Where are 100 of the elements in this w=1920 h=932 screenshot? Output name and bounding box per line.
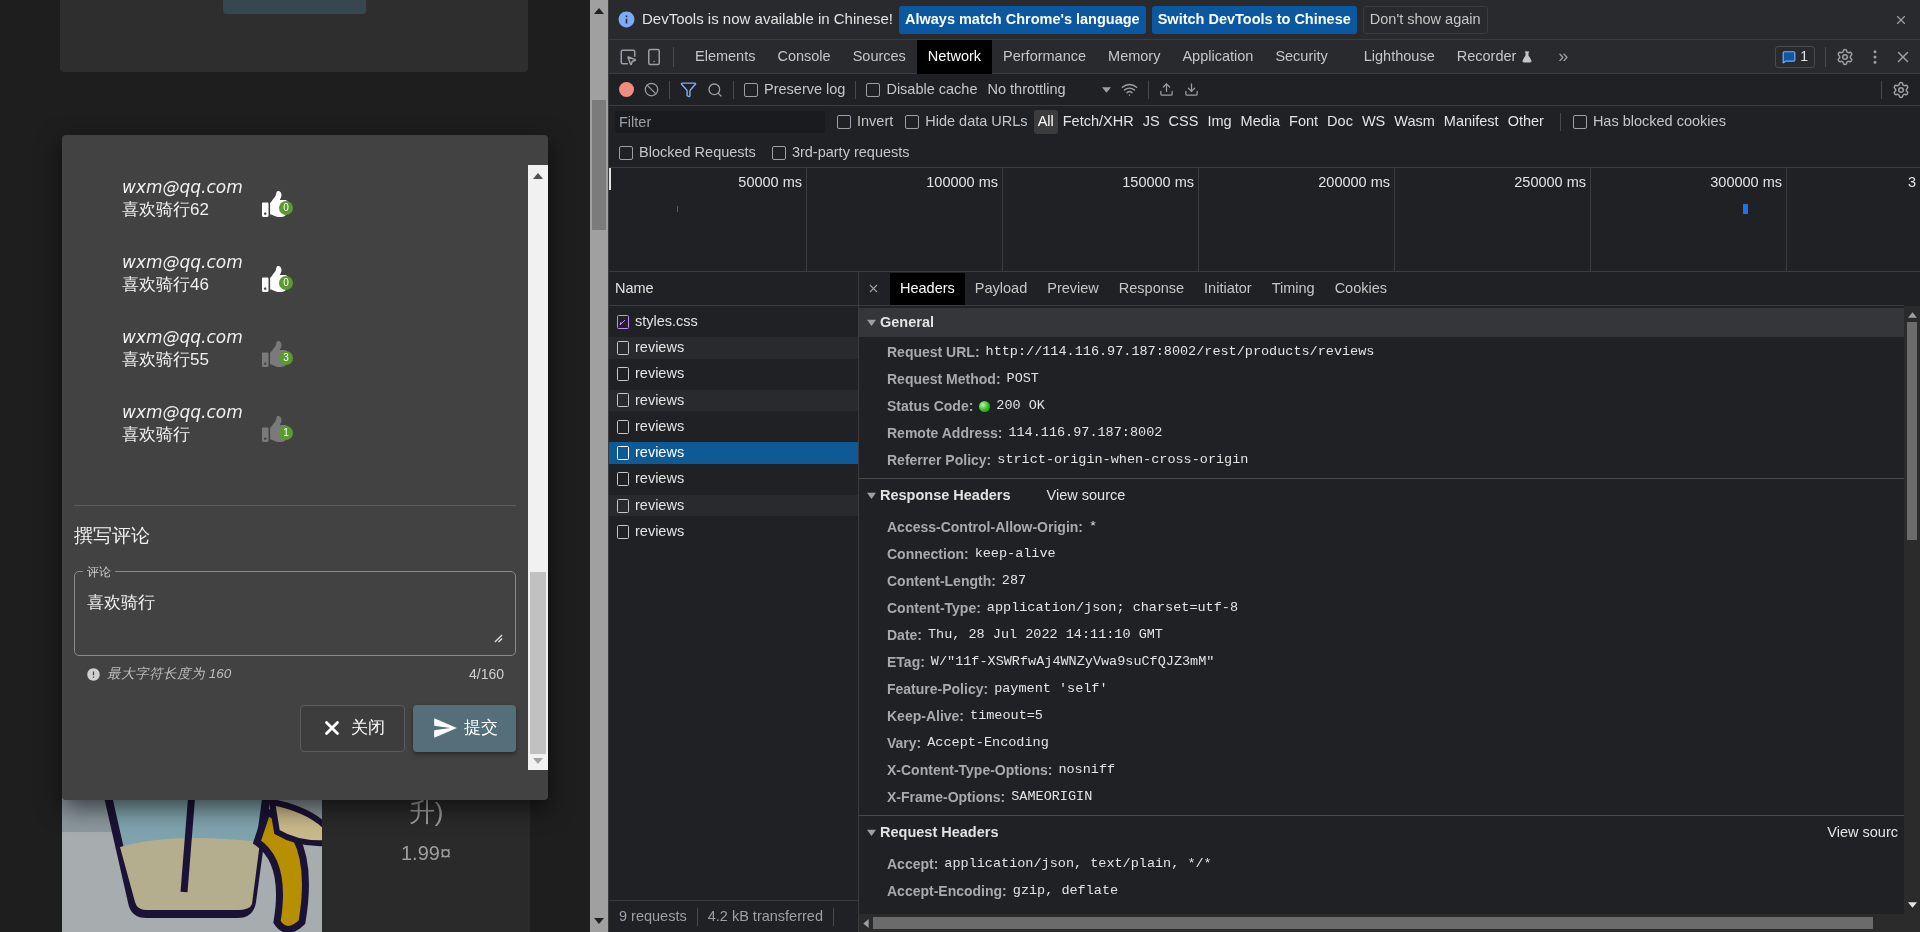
review-author: wxm@qq.com [122, 326, 244, 348]
network-conditions-icon[interactable] [1120, 81, 1138, 98]
type-filter-chip[interactable]: All [1033, 110, 1058, 134]
close-button[interactable]: 关闭 [300, 704, 405, 752]
horizontal-scrollbar[interactable] [859, 914, 1920, 932]
submit-button[interactable]: 提交 [413, 704, 516, 752]
detail-tab[interactable]: Response [1108, 272, 1195, 305]
issues-badge[interactable]: 1 [1775, 45, 1815, 68]
checkbox[interactable]: Hide data URLs [905, 111, 1028, 133]
checkbox[interactable]: Has blocked cookies [1572, 111, 1726, 133]
upload-icon[interactable] [1158, 82, 1174, 97]
header-name: Remote Address: [887, 424, 1003, 443]
panel-tab[interactable]: Recorder [1445, 39, 1545, 74]
vertical-scrollbar[interactable] [1904, 306, 1920, 914]
section-header[interactable]: Response Headers View source [859, 481, 1904, 510]
type-filter-chip[interactable]: Doc [1323, 110, 1357, 134]
type-filter-chip[interactable]: JS [1138, 110, 1164, 134]
panel-tab[interactable]: Security [1264, 39, 1339, 74]
type-filter-chip[interactable]: Manifest [1439, 110, 1503, 134]
scroll-down-arrow-icon[interactable] [594, 918, 604, 924]
type-filter-chip[interactable]: Wasm [1390, 110, 1439, 134]
panel-tab[interactable]: Network [916, 39, 993, 74]
scroll-left-arrow-icon[interactable] [863, 918, 869, 928]
infobar-button[interactable]: Don't show again [1362, 5, 1488, 34]
close-icon[interactable] [867, 282, 880, 295]
download-icon[interactable] [1183, 82, 1199, 97]
request-row[interactable]: reviews [609, 337, 858, 359]
infobar-message: DevTools is now available in Chinese! [642, 9, 893, 30]
type-filter-chip[interactable]: Fetch/XHR [1058, 110, 1138, 134]
type-filter-chip[interactable]: Other [1503, 110, 1548, 134]
checkbox[interactable]: Disable cache [866, 78, 978, 101]
product-price: 1.99¤ [400, 841, 452, 866]
header-name: Content-Type: [887, 599, 981, 618]
filter-icon[interactable] [680, 81, 697, 98]
review-text: 喜欢骑行46 [122, 274, 210, 296]
header-value: Accept-Encoding [927, 734, 1049, 753]
panel-tab[interactable]: Sources [841, 39, 917, 74]
detail-tab[interactable]: Cookies [1324, 272, 1398, 305]
panel-tab[interactable]: Console [766, 39, 842, 74]
scroll-up-arrow-icon[interactable] [594, 8, 604, 14]
device-toolbar-icon[interactable] [645, 47, 663, 66]
record-icon[interactable] [619, 82, 634, 97]
type-filter-chip[interactable]: Img [1203, 110, 1236, 134]
detail-tab[interactable]: Preview [1037, 272, 1109, 305]
panel-tab[interactable]: Application [1171, 39, 1265, 74]
section-title: Response Headers [880, 485, 1011, 505]
detail-tab[interactable]: Timing [1261, 272, 1325, 305]
type-filter-chip[interactable]: Media [1236, 110, 1285, 134]
view-source-link[interactable]: View source [1046, 484, 1126, 507]
request-row[interactable]: reviews [609, 389, 858, 412]
header-name: X-Content-Type-Options: [887, 761, 1053, 780]
scrollbar-thumb[interactable] [592, 100, 606, 230]
scroll-down-arrow-icon[interactable] [1907, 902, 1917, 908]
resize-handle-icon [494, 633, 503, 643]
type-filter-chip[interactable]: WS [1357, 110, 1390, 134]
scroll-up-arrow-icon[interactable] [1907, 312, 1917, 318]
request-name: reviews [635, 390, 685, 410]
detail-tab[interactable]: Initiator [1194, 272, 1262, 305]
scrollbar[interactable] [528, 165, 548, 770]
checkbox[interactable]: Invert [837, 111, 894, 133]
header-name: Request URL: [887, 343, 980, 362]
header-value: SAMEORIGIN [1011, 788, 1093, 807]
scrollbar-thumb[interactable] [1907, 322, 1917, 540]
panel-tab[interactable]: Elements [684, 39, 767, 74]
settings-icon[interactable] [1836, 47, 1854, 66]
throttling-dropdown[interactable]: No throttling [987, 78, 1111, 101]
timeline-overview[interactable]: 50000 ms 100000 ms 150000 ms 200000 ms 250000 ms 300000 ms 3 [609, 168, 1920, 272]
more-tabs-button[interactable]: » [1552, 43, 1575, 70]
clear-icon[interactable] [644, 82, 659, 97]
search-icon[interactable] [707, 81, 723, 98]
type-filter-chip[interactable]: Font [1285, 110, 1323, 134]
panel-tab[interactable]: Performance [992, 39, 1098, 74]
scroll-up-arrow-icon[interactable] [533, 173, 543, 179]
filter-field[interactable]: Filter [615, 111, 825, 133]
settings-icon[interactable] [1892, 80, 1910, 99]
checkbox[interactable]: Blocked Requests [619, 141, 756, 164]
scrollbar-thumb[interactable] [530, 572, 546, 754]
expanded-triangle-icon[interactable] [867, 491, 876, 500]
view-source-link[interactable]: View sourc [1827, 821, 1898, 844]
detail-tab[interactable]: Headers [890, 272, 965, 305]
header-value: 287 [1001, 572, 1027, 591]
document-file-icon [617, 472, 629, 487]
expanded-triangle-icon[interactable] [867, 318, 876, 327]
request-row[interactable]: reviews [609, 442, 858, 464]
request-row[interactable]: reviews [609, 494, 858, 517]
infobar-button[interactable]: Switch DevTools to Chinese [1151, 5, 1357, 34]
checkbox[interactable]: 3rd-party requests [771, 141, 910, 164]
page-scrollbar[interactable] [590, 0, 608, 932]
inspect-icon[interactable] [619, 47, 637, 66]
section-header[interactable]: Request Headers View sourc [859, 818, 1904, 847]
infobar-button[interactable]: Always match Chrome's language [898, 5, 1146, 34]
checkbox[interactable]: Preserve log [744, 78, 846, 101]
section-header[interactable]: General [859, 308, 1904, 337]
detail-tab[interactable]: Payload [964, 272, 1038, 305]
type-filter-chip[interactable]: CSS [1164, 110, 1203, 134]
panel-tab[interactable]: Lighthouse [1352, 39, 1446, 74]
panel-tab[interactable]: Memory [1097, 39, 1172, 74]
expanded-triangle-icon[interactable] [867, 828, 876, 837]
column-header[interactable]: Name [615, 277, 654, 300]
like-count: 1 [279, 426, 293, 440]
